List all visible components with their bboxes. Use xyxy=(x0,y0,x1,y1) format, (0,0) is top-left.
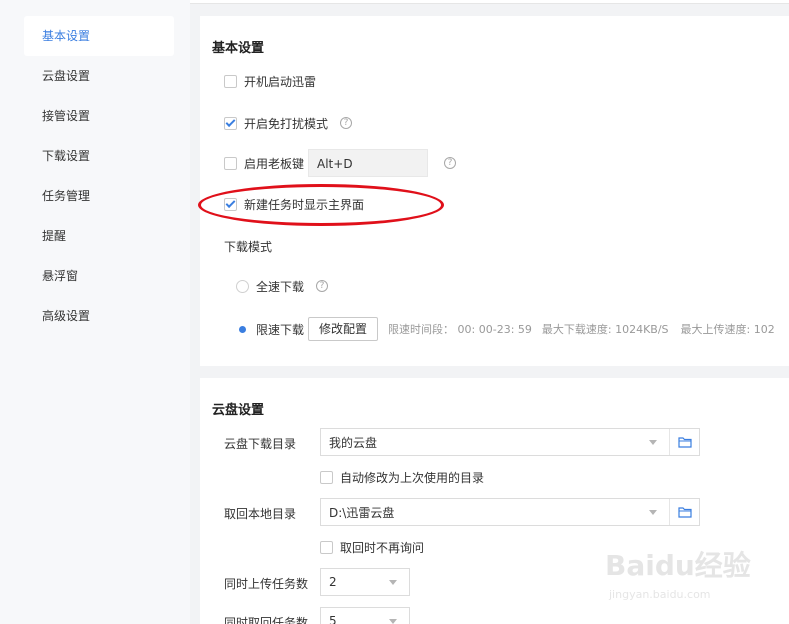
auto-change-label: 自动修改为上次使用的目录 xyxy=(340,470,485,485)
no-ask-option[interactable]: 取回时不再询问 xyxy=(320,538,424,556)
full-speed-option[interactable]: 全速下载 ? xyxy=(236,277,329,295)
sidebar-item-basic-settings[interactable]: 基本设置 xyxy=(24,16,174,56)
bosskey-label: 启用老板键 xyxy=(244,156,305,171)
limited-speed-option[interactable]: 限速下载 修改配置 限速时间段： 00: 00-23: 59 最大下载速度: 1… xyxy=(236,316,775,342)
sidebar-item-download-settings[interactable]: 下载设置 xyxy=(24,136,174,176)
startup-label: 开机启动迅雷 xyxy=(244,74,317,89)
max-download-speed-text: 最大下载速度: 1024KB/S xyxy=(541,323,669,336)
startup-checkbox[interactable] xyxy=(224,74,237,88)
help-icon[interactable]: ? xyxy=(444,157,457,169)
no-ask-checkbox[interactable] xyxy=(320,540,333,554)
local-dir-value: D:\迅雷云盘 xyxy=(329,505,395,520)
sidebar-item-reminder[interactable]: 提醒 xyxy=(24,216,174,256)
sidebar-item-takeover-settings[interactable]: 接管设置 xyxy=(24,96,174,136)
local-dir-select[interactable]: D:\迅雷云盘 xyxy=(320,498,700,526)
cloud-download-dir-label: 云盘下载目录 xyxy=(224,437,297,451)
modify-config-button[interactable]: 修改配置 xyxy=(308,317,379,341)
sidebar-item-advanced-settings[interactable]: 高级设置 xyxy=(24,296,174,336)
full-speed-label: 全速下载 xyxy=(256,279,305,294)
download-mode-label: 下载模式 xyxy=(224,240,273,254)
upload-tasks-label: 同时上传任务数 xyxy=(224,577,309,591)
dnd-option[interactable]: 开启免打扰模式 ? xyxy=(224,114,353,132)
cloud-settings-panel: 云盘设置 云盘下载目录 我的云盘 自动修改为上次使用的目录 取回本地目录 D:\… xyxy=(200,378,789,624)
settings-sidebar: 基本设置 云盘设置 接管设置 下载设置 任务管理 提醒 悬浮窗 高级设置 xyxy=(0,0,190,624)
chevron-down-icon[interactable] xyxy=(649,509,657,515)
help-icon[interactable]: ? xyxy=(316,280,329,292)
local-dir-label: 取回本地目录 xyxy=(224,507,297,521)
bosskey-option[interactable]: 启用老板键 Alt+D ? xyxy=(224,148,457,178)
dnd-label: 开启免打扰模式 xyxy=(244,116,329,131)
bosskey-checkbox[interactable] xyxy=(224,156,237,170)
auto-change-checkbox[interactable] xyxy=(320,470,333,484)
annotation-circle xyxy=(198,184,444,226)
max-upload-speed-text: 最大上传速度: 102 xyxy=(680,323,775,336)
cloud-download-dir-select[interactable]: 我的云盘 xyxy=(320,428,700,456)
dnd-checkbox[interactable] xyxy=(224,116,237,130)
full-speed-radio[interactable] xyxy=(236,279,249,293)
bosskey-hotkey-field[interactable]: Alt+D xyxy=(308,149,429,177)
no-ask-label: 取回时不再询问 xyxy=(340,540,425,555)
folder-icon[interactable] xyxy=(669,429,699,455)
sidebar-item-floating-window[interactable]: 悬浮窗 xyxy=(24,256,174,296)
upload-tasks-select[interactable]: 2 xyxy=(320,568,410,596)
auto-change-option[interactable]: 自动修改为上次使用的目录 xyxy=(320,468,484,486)
fetch-tasks-select[interactable]: 5 xyxy=(320,607,410,624)
limit-period-text: 限速时间段： 00: 00-23: 59 xyxy=(388,323,532,336)
help-icon[interactable]: ? xyxy=(340,117,353,129)
fetch-tasks-value: 5 xyxy=(329,614,337,624)
chevron-down-icon[interactable] xyxy=(389,579,397,585)
fetch-tasks-label: 同时取回任务数 xyxy=(224,616,309,624)
section-title-cloud: 云盘设置 xyxy=(212,403,265,418)
chevron-down-icon[interactable] xyxy=(649,439,657,445)
folder-icon[interactable] xyxy=(669,499,699,525)
cloud-download-dir-value: 我的云盘 xyxy=(329,435,378,450)
startup-option[interactable]: 开机启动迅雷 xyxy=(224,72,316,90)
upload-tasks-value: 2 xyxy=(329,575,337,589)
chevron-down-icon[interactable] xyxy=(389,618,397,624)
sidebar-item-task-management[interactable]: 任务管理 xyxy=(24,176,174,216)
sidebar-item-cloud-settings[interactable]: 云盘设置 xyxy=(24,56,174,96)
limited-speed-label: 限速下载 xyxy=(256,322,305,337)
limited-speed-radio[interactable] xyxy=(236,322,249,336)
section-title-basic: 基本设置 xyxy=(212,41,265,56)
